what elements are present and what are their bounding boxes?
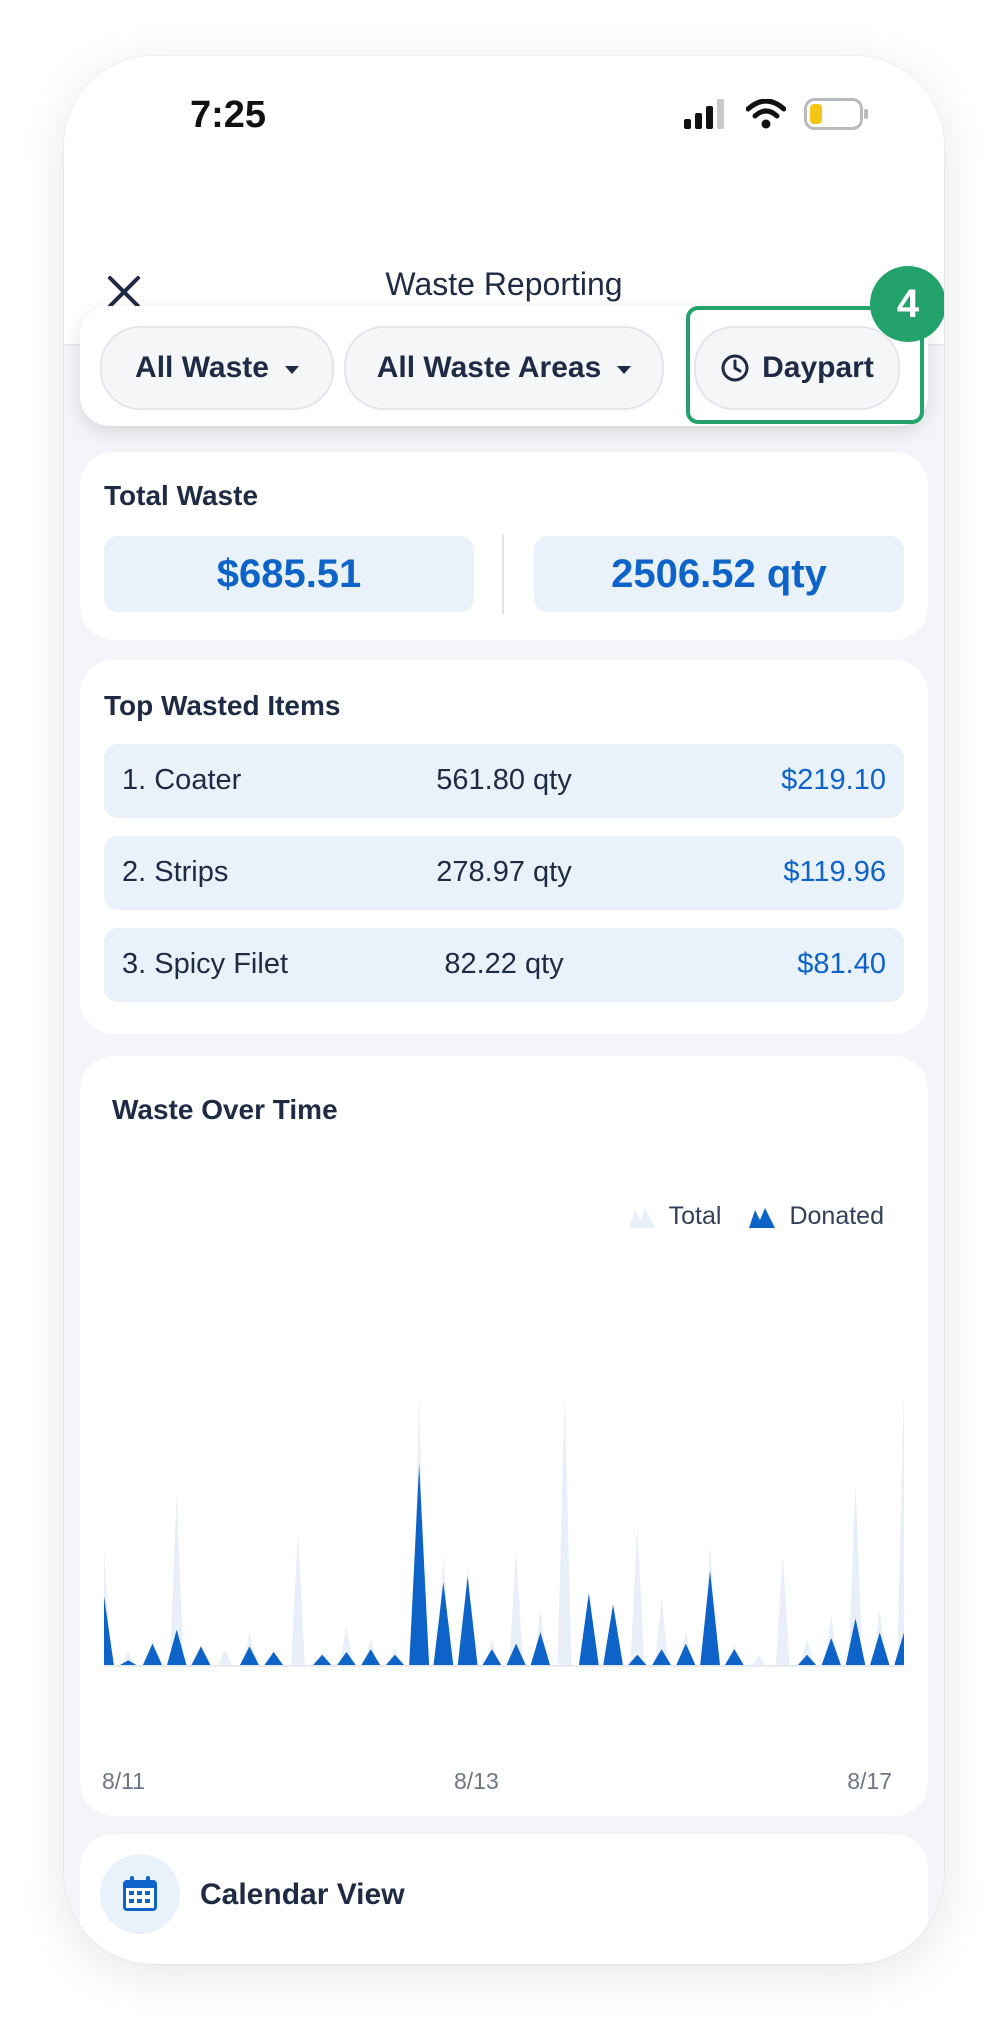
total-spike	[218, 1649, 233, 1666]
list-item[interactable]: 2. Strips 278.97 qty $119.96	[104, 836, 904, 910]
donated-spike	[433, 1582, 454, 1666]
total-spike	[557, 1391, 572, 1666]
top-wasted-items-card: Top Wasted Items 1. Coater 561.80 qty $2…	[80, 660, 928, 1034]
x-tick-label: 8/13	[454, 1768, 499, 1794]
donated-spike	[166, 1629, 187, 1666]
total-spike	[751, 1654, 766, 1666]
calendar-view-card[interactable]: Calendar View	[80, 1834, 928, 1964]
waste-over-time-card: Waste Over Time Total Donated 8/11 8/13 …	[80, 1056, 928, 1816]
donated-spike	[506, 1643, 527, 1666]
signal-icon	[684, 99, 724, 129]
battery-icon	[804, 98, 868, 130]
calendar-icon-bg	[100, 1854, 180, 1934]
x-tick-label: 8/17	[847, 1768, 892, 1794]
donated-spike	[821, 1638, 842, 1666]
list-item[interactable]: 1. Coater 561.80 qty $219.10	[104, 744, 904, 818]
waste-over-time-chart	[104, 1386, 904, 1667]
chart-legend: Total Donated	[628, 1202, 884, 1231]
chevron-down-icon	[284, 366, 299, 374]
item-cost: $119.96	[783, 856, 886, 888]
status-bar: 7:25	[64, 56, 944, 176]
total-waste-title: Total Waste	[104, 480, 259, 511]
donated-spike	[797, 1654, 818, 1666]
donated-spike	[845, 1618, 866, 1666]
total-spike	[897, 1386, 904, 1666]
donated-spike	[263, 1652, 284, 1666]
donated-spike	[724, 1649, 745, 1666]
page-title: Waste Reporting	[385, 266, 623, 302]
donated-spike	[360, 1649, 381, 1666]
item-cost: $219.10	[781, 764, 886, 796]
total-waste-cost: $685.51	[104, 536, 474, 612]
donated-spike	[651, 1649, 672, 1666]
x-tick-label: 8/11	[102, 1768, 146, 1794]
donated-spike	[104, 1596, 114, 1666]
donated-spike	[239, 1646, 260, 1666]
donated-spike	[578, 1593, 599, 1666]
donated-spike	[457, 1576, 478, 1666]
donated-spike	[190, 1646, 211, 1666]
top-wasted-items-title: Top Wasted Items	[104, 690, 341, 721]
legend-total-swatch	[628, 1207, 655, 1228]
donated-spike	[384, 1654, 405, 1666]
waste-type-dropdown[interactable]: All Waste	[100, 326, 334, 410]
list-item[interactable]: 3. Spicy Filet 82.22 qty $81.40	[104, 928, 904, 1002]
legend-donated-swatch	[749, 1207, 776, 1228]
waste-area-label: All Waste Areas	[376, 351, 602, 384]
donated-spike	[700, 1570, 721, 1666]
chevron-down-icon	[617, 366, 632, 374]
donated-spike	[409, 1464, 430, 1666]
donated-spike	[869, 1632, 890, 1666]
total-spike	[630, 1526, 645, 1666]
item-cost: $81.40	[797, 948, 886, 980]
total-spike	[290, 1531, 305, 1666]
wifi-icon	[746, 99, 786, 129]
item-qty: 82.22 qty	[444, 948, 564, 980]
status-icons	[684, 98, 870, 130]
waste-area-dropdown[interactable]: All Waste Areas	[344, 326, 664, 410]
donated-spike	[530, 1632, 551, 1666]
legend-total-label: Total	[668, 1202, 722, 1230]
total-waste-card: Total Waste $685.51 2506.52 qty	[80, 452, 928, 640]
donated-spike	[603, 1604, 624, 1666]
donated-spike	[675, 1643, 696, 1666]
phone-frame: 7:25 Waste Reporting All Waste All Waste…	[64, 56, 944, 1964]
donated-spike	[312, 1654, 333, 1666]
step-badge: 4	[870, 266, 944, 342]
donated-spike	[336, 1652, 357, 1666]
chart-title: Waste Over Time	[112, 1094, 338, 1125]
donated-spike	[627, 1654, 648, 1666]
donated-spike	[142, 1643, 163, 1666]
total-spike	[775, 1554, 790, 1666]
status-time: 7:25	[190, 94, 267, 136]
legend-donated-label: Donated	[789, 1202, 884, 1230]
calendar-view-label: Calendar View	[200, 1878, 405, 1911]
donated-spike	[481, 1649, 502, 1666]
waste-type-label: All Waste	[135, 351, 269, 384]
metric-divider	[502, 534, 504, 614]
calendar-icon	[123, 1876, 157, 1911]
total-waste-qty: 2506.52 qty	[534, 536, 904, 612]
